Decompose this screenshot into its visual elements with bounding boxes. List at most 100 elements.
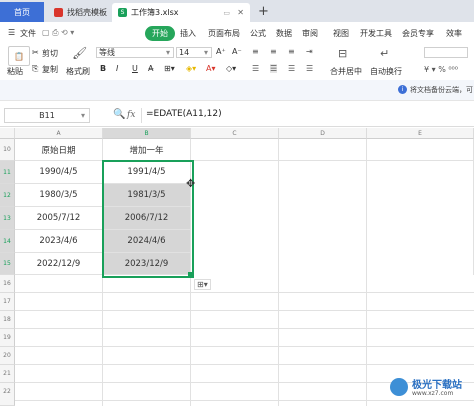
- formula-input[interactable]: =EDATE(A11,12): [141, 108, 472, 123]
- watermark-url: www.xz7.com: [412, 390, 454, 397]
- cells-d-empty[interactable]: [279, 161, 367, 275]
- align-center-icon[interactable]: ☰: [270, 64, 278, 73]
- cell-a12[interactable]: 1980/3/5: [15, 184, 103, 207]
- row-header-17[interactable]: 17: [0, 293, 15, 311]
- menu-file[interactable]: 文件: [20, 28, 36, 39]
- increase-font-icon[interactable]: A⁺: [216, 47, 226, 56]
- tab-template[interactable]: 找稻壳模板: [48, 3, 110, 22]
- column-header-b[interactable]: B: [103, 128, 191, 139]
- row-header-15[interactable]: 15: [0, 253, 15, 275]
- align-right-icon[interactable]: ☰: [288, 64, 295, 73]
- quick-fill-options-icon[interactable]: ⊞▾: [194, 279, 211, 290]
- cell-a15[interactable]: 2022/12/9: [15, 253, 103, 275]
- align-top-icon[interactable]: ≡: [252, 47, 259, 56]
- italic-button[interactable]: I: [116, 64, 118, 73]
- name-box[interactable]: B11 ▾: [4, 108, 90, 123]
- menu-insert[interactable]: 插入: [180, 28, 196, 39]
- tab-workbook[interactable]: S 工作簿3.xlsx ▭ ✕: [112, 3, 250, 22]
- row-header-21[interactable]: 21: [0, 365, 15, 383]
- menu-start[interactable]: 开始: [145, 26, 175, 41]
- column-header-e[interactable]: E: [367, 128, 474, 139]
- menu-member[interactable]: 会员专享: [402, 28, 434, 39]
- cell-a10[interactable]: 原始日期: [15, 139, 103, 161]
- monitor-icon[interactable]: ▭: [223, 9, 230, 17]
- font-size-value: 14: [179, 48, 190, 57]
- tab-home[interactable]: 首页: [0, 2, 44, 22]
- row-header-16[interactable]: 16: [0, 275, 15, 293]
- close-icon[interactable]: ✕: [237, 8, 244, 17]
- currency-format-icon[interactable]: ¥ ▾ % ⁰⁰⁰: [424, 65, 458, 74]
- menu-data[interactable]: 数据: [276, 28, 292, 39]
- copy-icon[interactable]: ⎘: [32, 64, 38, 74]
- cells-c-empty[interactable]: [191, 161, 279, 275]
- wrap-text-button[interactable]: 自动换行: [370, 66, 402, 77]
- column-header-d[interactable]: D: [279, 128, 367, 139]
- menu-effect[interactable]: 效率: [446, 28, 462, 39]
- clear-format-icon[interactable]: ◇▾: [226, 64, 236, 73]
- distribute-icon[interactable]: ☰: [306, 64, 313, 73]
- indent-icon[interactable]: ⇥: [306, 47, 313, 56]
- align-middle-icon[interactable]: ≡: [270, 47, 277, 56]
- strikethrough-icon[interactable]: A̶: [148, 64, 153, 73]
- zoom-formula-icon[interactable]: 🔍: [113, 109, 125, 120]
- row-header-20[interactable]: 20: [0, 347, 15, 365]
- align-left-icon[interactable]: ☰: [252, 64, 259, 73]
- selection-border: [102, 160, 194, 278]
- row-header-19[interactable]: 19: [0, 329, 15, 347]
- cell-c10[interactable]: [191, 139, 279, 161]
- row-header-22[interactable]: 22: [0, 383, 15, 406]
- border-icon[interactable]: ⊞▾: [164, 64, 175, 73]
- merge-icon[interactable]: ⊟: [338, 47, 347, 60]
- row-header-13[interactable]: 13: [0, 207, 15, 230]
- hamburger-icon[interactable]: ☰: [8, 28, 15, 37]
- row-header-18[interactable]: 18: [0, 311, 15, 329]
- merge-center-button[interactable]: 合并居中: [330, 66, 362, 77]
- scissors-icon[interactable]: ✂: [32, 48, 39, 57]
- font-size-select[interactable]: 14 ▾: [176, 47, 212, 58]
- font-name-select[interactable]: 等线 ▾: [96, 47, 174, 58]
- copy-button[interactable]: 复制: [42, 64, 58, 75]
- underline-button[interactable]: U: [132, 64, 138, 73]
- menu-toolbar-icons[interactable]: ▢ ⎙ ⟲ ▾: [42, 28, 74, 38]
- menu-page-layout[interactable]: 页面布局: [208, 28, 240, 39]
- menu-view[interactable]: 视图: [333, 28, 349, 39]
- select-all-corner[interactable]: [0, 128, 15, 139]
- fx-icon[interactable]: fx: [127, 110, 135, 120]
- cut-button[interactable]: 剪切: [42, 48, 58, 59]
- column-header-c[interactable]: C: [191, 128, 279, 139]
- paste-icon[interactable]: 📋: [8, 46, 30, 66]
- cell-e10[interactable]: [367, 139, 474, 161]
- tab-home-label: 首页: [14, 7, 30, 17]
- column-header-a[interactable]: A: [15, 128, 103, 139]
- format-painter-button[interactable]: 格式刷: [66, 66, 90, 77]
- number-format-select[interactable]: [424, 47, 468, 58]
- decrease-font-icon[interactable]: A⁻: [232, 47, 242, 56]
- fill-color-icon[interactable]: ◈▾: [186, 64, 196, 73]
- format-painter-icon[interactable]: 🖌: [72, 46, 87, 60]
- row-header-12[interactable]: 12: [0, 184, 15, 207]
- gridline: [366, 275, 367, 406]
- cell-d10[interactable]: [279, 139, 367, 161]
- row-header-14[interactable]: 14: [0, 230, 15, 253]
- menu-formula[interactable]: 公式: [250, 28, 266, 39]
- align-bottom-icon[interactable]: ≡: [288, 47, 295, 56]
- menu-review[interactable]: 审阅: [302, 28, 318, 39]
- watermark-title: 极光下载站: [412, 380, 462, 391]
- bold-button[interactable]: B: [100, 64, 106, 73]
- menu-dev-tools[interactable]: 开发工具: [360, 28, 392, 39]
- paste-button[interactable]: 粘贴: [7, 66, 23, 77]
- watermark-logo: [390, 378, 408, 396]
- fill-handle[interactable]: [188, 272, 193, 277]
- cell-a11[interactable]: 1990/4/5: [15, 161, 103, 184]
- row-header-11[interactable]: 11: [0, 161, 15, 184]
- new-tab-button[interactable]: +: [258, 4, 269, 19]
- wrap-text-icon[interactable]: ↵: [380, 47, 389, 60]
- backup-info-text[interactable]: 将文档备份云端，可: [410, 85, 473, 95]
- chevron-down-icon: ▾: [80, 111, 85, 120]
- cell-b10[interactable]: 增加一年: [103, 139, 191, 161]
- cells-e-empty[interactable]: [367, 161, 474, 275]
- font-color-icon[interactable]: A▾: [206, 64, 216, 73]
- cell-a13[interactable]: 2005/7/12: [15, 207, 103, 230]
- cell-a14[interactable]: 2023/4/6: [15, 230, 103, 253]
- row-header-10[interactable]: 10: [0, 139, 15, 161]
